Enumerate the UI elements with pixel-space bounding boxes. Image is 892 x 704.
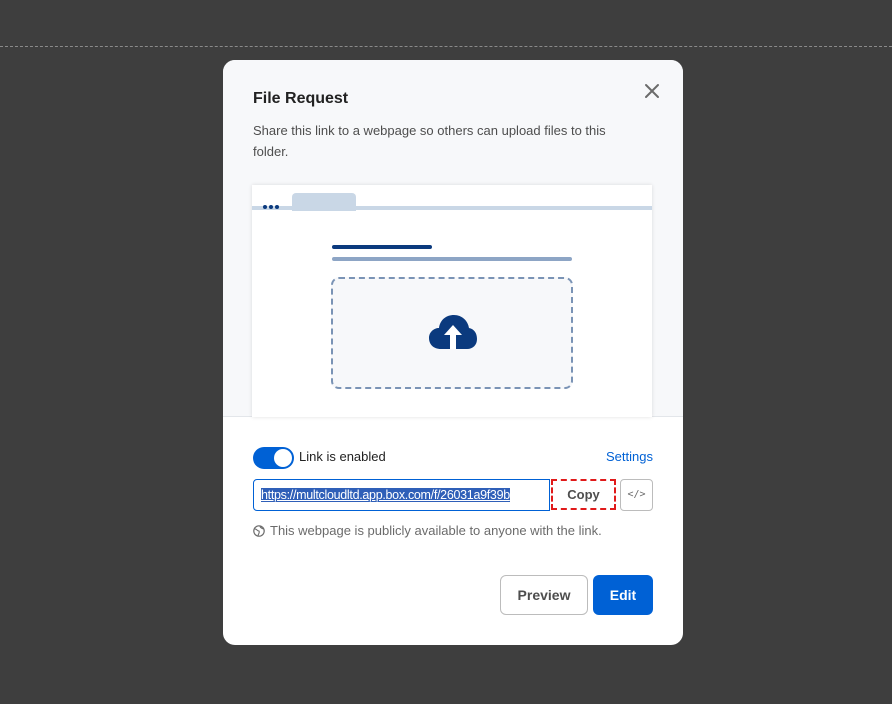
illustration-dots-icon (263, 196, 281, 214)
edit-button[interactable]: Edit (593, 575, 653, 615)
copy-button[interactable]: Copy (551, 479, 616, 510)
illustration-tab (292, 193, 356, 211)
globe-icon (253, 525, 265, 537)
modal-title: File Request (253, 90, 349, 107)
share-url-text: https://multcloudltd.app.box.com/f/26031… (261, 488, 510, 502)
close-button[interactable] (641, 80, 663, 102)
page-divider (0, 46, 892, 47)
preview-button[interactable]: Preview (500, 575, 588, 615)
illustration-text-line (332, 257, 572, 261)
close-icon (645, 84, 659, 98)
modal-description: Share this link to a webpage so others c… (253, 123, 606, 159)
illustration-heading-line (332, 245, 432, 249)
link-enabled-toggle[interactable] (253, 447, 294, 469)
share-url-input[interactable]: https://multcloudltd.app.box.com/f/26031… (253, 479, 550, 511)
embed-code-button[interactable]: </> (620, 479, 653, 511)
webpage-illustration (252, 185, 652, 417)
cloud-upload-icon (429, 315, 477, 349)
illustration-drop-zone (331, 277, 573, 389)
file-request-modal: File Request Share this link to a webpag… (223, 60, 683, 645)
illustration-browser-bar (252, 185, 652, 211)
settings-link[interactable]: Settings (606, 449, 653, 464)
public-availability-note: This webpage is publicly available to an… (270, 523, 602, 538)
link-enabled-label: Link is enabled (299, 449, 386, 464)
toggle-knob (274, 449, 292, 467)
